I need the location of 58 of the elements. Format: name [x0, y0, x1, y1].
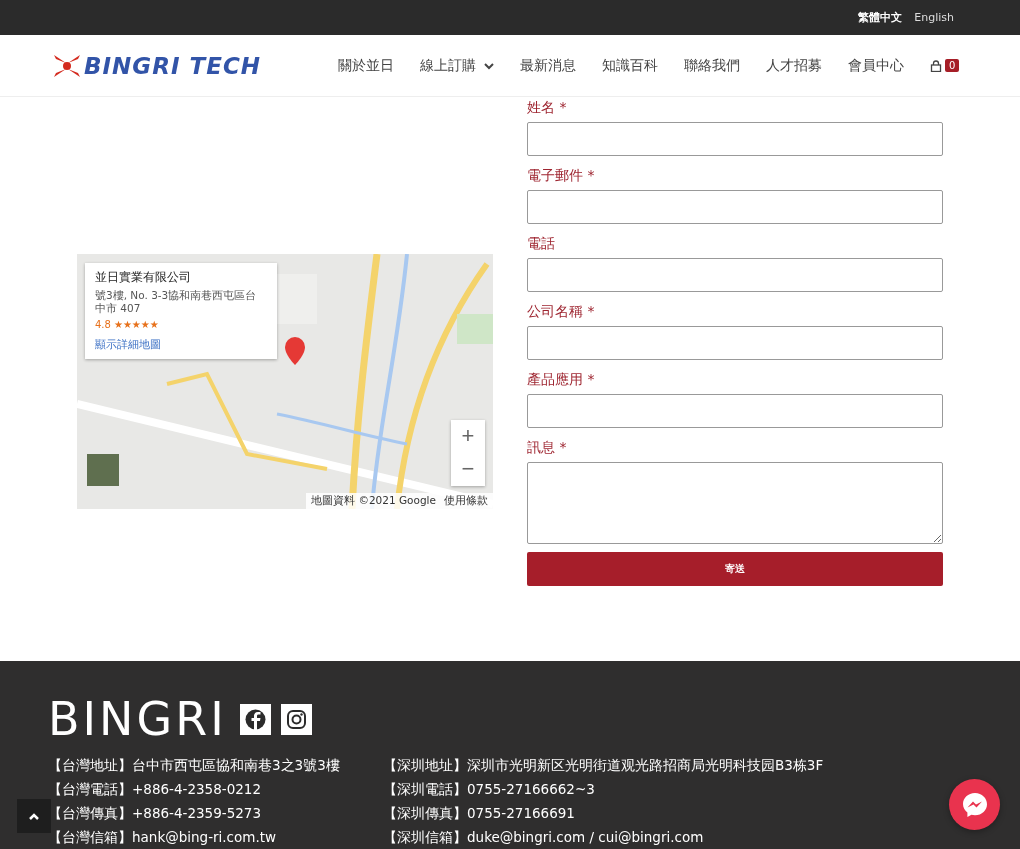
star-rating: ★★★★★ [113, 318, 159, 330]
field-label: 訊息 * [527, 439, 568, 456]
map-link[interactable]: 顯示詳細地圖 [95, 337, 161, 350]
nav-item[interactable]: 線上訂購 [420, 56, 494, 75]
nav-item[interactable]: 聯絡我們 [684, 56, 740, 75]
lock-icon[interactable] [930, 59, 942, 72]
submit-button[interactable]: 寄送 [527, 552, 943, 586]
footer-brand: BINGRI [48, 695, 227, 743]
nav-item[interactable]: 關於並日 [338, 56, 394, 75]
messenger-icon[interactable] [960, 790, 989, 819]
place-title: 並日實業有限公司 [95, 269, 192, 285]
nav-item[interactable]: 最新消息 [520, 56, 576, 75]
contact-label: 【台灣地址】 [48, 757, 132, 773]
language-link[interactable]: English [914, 11, 954, 24]
instagram-icon[interactable] [280, 703, 312, 735]
nav-item[interactable]: 人才招募 [766, 56, 822, 75]
input-field[interactable] [527, 258, 943, 292]
cart-count-badge: 0 [945, 59, 960, 72]
input-field[interactable] [527, 190, 943, 224]
field-label: 姓名 * [527, 99, 568, 116]
facebook-icon[interactable] [239, 703, 271, 735]
contact-value: hank@bing-ri.com.tw [132, 829, 277, 845]
input-field[interactable] [527, 394, 943, 428]
place-address: 號3樓, No. 3-3協和南巷西屯區台中市 407 [95, 288, 258, 315]
messenger-button[interactable] [949, 779, 1000, 830]
language-link[interactable]: 繁體中文 [858, 10, 903, 25]
contact-label: 【深圳地址】 [383, 757, 467, 773]
logo-text[interactable]: BINGRI TECH [84, 52, 262, 79]
nav-item[interactable]: 知識百科 [602, 56, 658, 75]
contact-label: 【台灣電話】 [48, 781, 132, 797]
field-label: 電話 [527, 235, 556, 252]
chevron-up-icon[interactable] [28, 812, 40, 820]
contact-label: 【台灣信箱】 [48, 829, 132, 845]
input-field[interactable] [527, 122, 943, 156]
contact-label: 【深圳信箱】 [383, 829, 467, 845]
terms-link[interactable]: 使用條款 [444, 493, 488, 508]
field-label: 產品應用 * [527, 371, 596, 388]
contact-value: duke@bingri.com / cui@bingri.com [467, 829, 704, 845]
rating-value: 4.8 [95, 318, 111, 330]
field-label: 公司名稱 * [527, 303, 596, 320]
contact-value: +886-4-2359-5273 [132, 805, 261, 821]
contact-label: 【台灣傳真】 [48, 805, 132, 821]
back-to-top-button[interactable] [17, 799, 51, 833]
field-label: 電子郵件 * [527, 167, 596, 184]
contact-value: 深圳市光明新区光明街道观光路招商局光明科技园B3栋3F [467, 757, 824, 773]
nav-item[interactable]: 會員中心 [848, 56, 904, 75]
contact-label: 【深圳電話】 [383, 781, 467, 797]
chevron-down-icon[interactable] [484, 61, 494, 70]
contact-value: 0755-27166691 [467, 805, 575, 821]
map-attribution: 地圖資料 ©2021 Google [311, 493, 436, 508]
contact-value: 0755-27166662~3 [467, 781, 595, 797]
contact-value: 台中市西屯區協和南巷3之3號3樓 [132, 757, 340, 773]
zoom-out-button[interactable]: − [451, 452, 485, 486]
contact-label: 【深圳傳真】 [383, 805, 467, 821]
message-field[interactable] [527, 462, 943, 544]
zoom-in-button[interactable]: + [451, 419, 485, 453]
input-field[interactable] [527, 326, 943, 360]
contact-value: +886-4-2358-0212 [132, 781, 261, 797]
